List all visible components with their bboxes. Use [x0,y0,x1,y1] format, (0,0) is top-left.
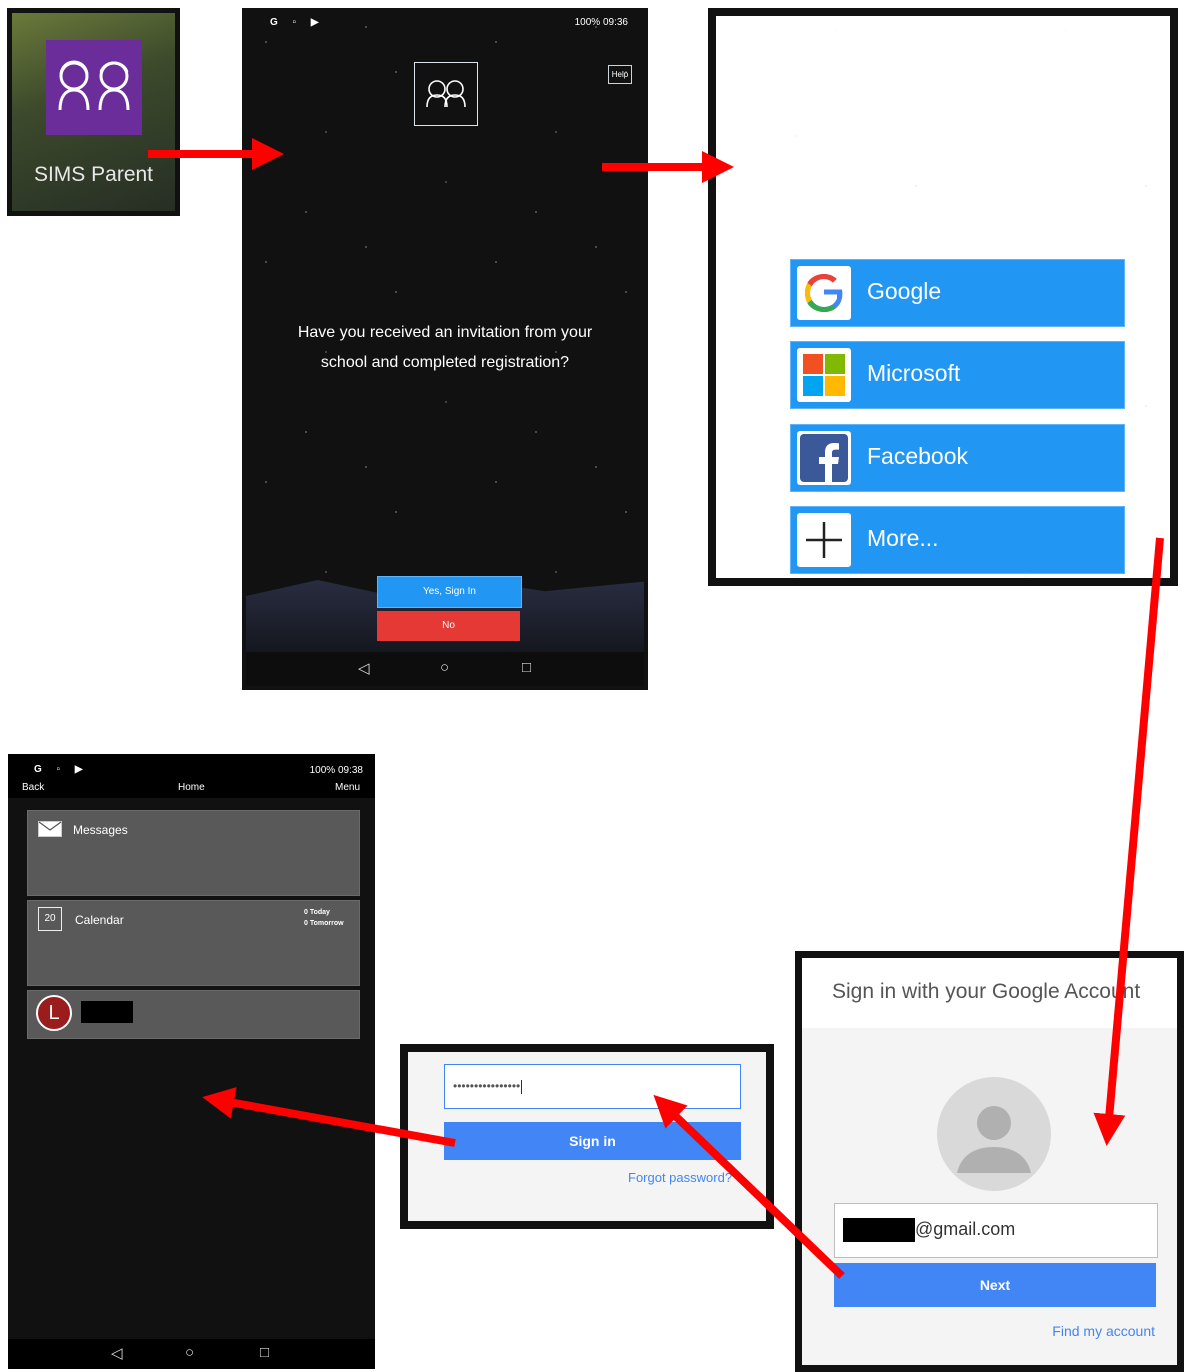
flow-arrows [148,138,1164,1279]
arrow-accounts-to-google [1093,537,1164,1146]
arrow-password-to-home [202,1087,456,1147]
arrow-google-to-password [653,1094,845,1279]
